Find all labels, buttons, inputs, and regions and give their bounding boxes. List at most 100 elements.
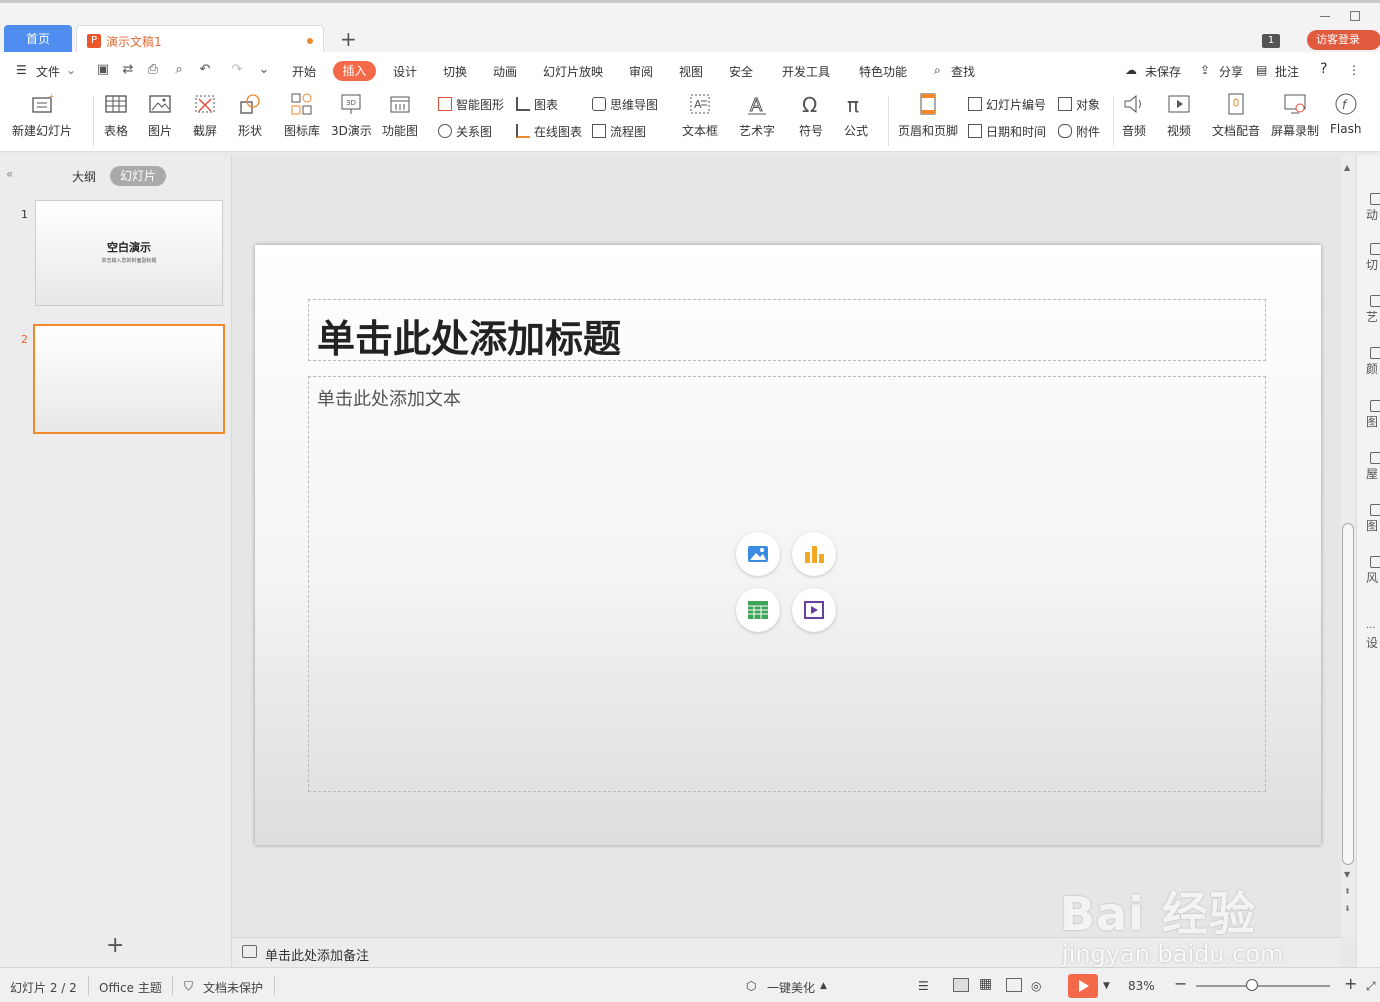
shape-button[interactable]: 形状 bbox=[238, 92, 262, 139]
previous-slide-icon[interactable]: ⇞ bbox=[1344, 887, 1351, 896]
menu-animation[interactable]: 动画 bbox=[493, 63, 517, 80]
title-placeholder[interactable]: 单击此处添加标题 bbox=[308, 299, 1266, 361]
next-slide-icon[interactable]: ⇟ bbox=[1344, 904, 1351, 913]
text-box-button[interactable]: A 文本框 bbox=[682, 92, 718, 139]
presenter-view-icon[interactable]: ◎ bbox=[1031, 979, 1041, 993]
insert-picture-button[interactable] bbox=[736, 532, 780, 576]
file-menu-icon[interactable]: ☰ bbox=[16, 63, 27, 77]
chart-button[interactable]: 图表 bbox=[516, 96, 558, 113]
picture-pane-button[interactable]: 图 bbox=[1366, 504, 1380, 533]
word-art-pane-button[interactable]: 艺 bbox=[1366, 295, 1380, 324]
tab-slides[interactable]: 幻灯片 bbox=[110, 166, 166, 186]
picture-button[interactable]: 图片 bbox=[148, 92, 172, 139]
tab-outline[interactable]: 大纲 bbox=[72, 168, 96, 185]
slide-number-button[interactable]: 幻灯片编号 bbox=[968, 96, 1046, 113]
mind-map-button[interactable]: 思维导图 bbox=[592, 96, 658, 113]
style-pane-button[interactable]: 风 bbox=[1366, 556, 1380, 585]
scroll-up-icon[interactable]: ▲ bbox=[1344, 163, 1350, 172]
attachment-button[interactable]: 附件 bbox=[1058, 123, 1100, 140]
relation-chart-button[interactable]: 关系图 bbox=[438, 123, 492, 140]
screen-record-button[interactable]: 屏幕录制 bbox=[1271, 92, 1319, 139]
collapse-panel-icon[interactable]: « bbox=[6, 167, 13, 181]
scroll-down-icon[interactable]: ▼ bbox=[1344, 870, 1350, 879]
settings-pane-button[interactable]: ··· 设 bbox=[1366, 622, 1378, 650]
maximize-icon[interactable] bbox=[1350, 11, 1360, 21]
play-slideshow-button[interactable] bbox=[1068, 974, 1098, 998]
save-icon[interactable]: ▣ bbox=[96, 63, 110, 77]
audio-button[interactable]: 音频 bbox=[1122, 92, 1146, 139]
insert-video-button[interactable] bbox=[792, 588, 836, 632]
header-footer-button[interactable]: 页眉和页脚 bbox=[898, 92, 958, 139]
reading-view-icon[interactable] bbox=[1006, 978, 1022, 992]
smart-art-button[interactable]: 智能图形 bbox=[438, 96, 504, 113]
undo-icon[interactable]: ↶ bbox=[198, 63, 212, 77]
chevron-up-icon[interactable]: ▲ bbox=[820, 981, 827, 991]
more-options-icon[interactable]: ⋮ bbox=[1348, 63, 1360, 77]
theme-name[interactable]: Office 主题 bbox=[99, 979, 162, 996]
date-time-button[interactable]: 日期和时间 bbox=[968, 123, 1046, 140]
object-button[interactable]: 对象 bbox=[1058, 96, 1100, 113]
slide-sorter-icon[interactable]: ▦ bbox=[979, 976, 992, 992]
menu-review[interactable]: 审阅 bbox=[629, 63, 653, 80]
notes-toggle-icon[interactable]: ☰ bbox=[918, 979, 929, 993]
search-icon[interactable]: ⌕ bbox=[934, 63, 941, 78]
body-placeholder[interactable]: 单击此处添加文本 bbox=[308, 376, 1266, 792]
doc-voice-button[interactable]: 文档配音 bbox=[1212, 92, 1260, 139]
insert-table-button[interactable] bbox=[736, 588, 780, 632]
menu-slideshow[interactable]: 幻灯片放映 bbox=[543, 63, 603, 80]
video-button[interactable]: 视频 bbox=[1167, 92, 1191, 139]
menu-security[interactable]: 安全 bbox=[729, 63, 753, 80]
slide-canvas[interactable]: 单击此处添加标题 单击此处添加文本 bbox=[255, 245, 1321, 845]
new-slide-button[interactable]: + 新建幻灯片 bbox=[12, 92, 72, 139]
tab-document[interactable]: P 演示文稿1 bbox=[76, 25, 324, 55]
one-click-beautify-button[interactable]: 一键美化 bbox=[767, 979, 815, 996]
unsaved-status[interactable]: 未保存 bbox=[1145, 63, 1181, 80]
screenshot-button[interactable]: 截屏 bbox=[193, 92, 217, 139]
comment-button[interactable]: 批注 bbox=[1275, 63, 1299, 80]
menu-design[interactable]: 设计 bbox=[393, 63, 417, 80]
chevron-down-icon[interactable]: ▼ bbox=[1103, 981, 1110, 991]
animation-pane-button[interactable]: 动 bbox=[1366, 193, 1380, 222]
zoom-slider-handle[interactable] bbox=[1246, 979, 1258, 991]
function-chart-button[interactable]: 功能图 bbox=[382, 92, 418, 139]
zoom-in-icon[interactable]: + bbox=[1344, 974, 1357, 993]
tab-home[interactable]: 首页 bbox=[4, 25, 72, 53]
slide-thumbnail-1[interactable]: 空白演示 单击输入您的封面副标题 bbox=[35, 200, 223, 306]
demo-3d-button[interactable]: 3D 3D演示 bbox=[331, 92, 372, 139]
chevron-down-icon[interactable]: ⌄ bbox=[66, 63, 76, 77]
icon-library-button[interactable]: 图标库 bbox=[284, 92, 320, 139]
chart-pane-button[interactable]: 图 bbox=[1366, 400, 1380, 429]
export-icon[interactable]: ⇄ bbox=[121, 63, 135, 77]
customize-quick-access-icon[interactable]: ⌄ bbox=[257, 63, 271, 77]
search-button[interactable]: 查找 bbox=[951, 63, 975, 80]
menu-transition[interactable]: 切换 bbox=[443, 63, 467, 80]
slide-thumbnail-2[interactable] bbox=[33, 324, 225, 434]
add-slide-button[interactable]: + bbox=[106, 935, 124, 957]
word-art-button[interactable]: A 艺术字 bbox=[739, 92, 775, 139]
flow-chart-button[interactable]: 流程图 bbox=[592, 123, 646, 140]
slide-counter[interactable]: 幻灯片 2 / 2 bbox=[10, 979, 77, 996]
guest-login-button[interactable]: 访客登录 bbox=[1307, 30, 1380, 50]
print-preview-icon[interactable]: ⌕ bbox=[172, 63, 186, 77]
redo-icon[interactable]: ↷ bbox=[230, 63, 244, 77]
zoom-out-icon[interactable]: − bbox=[1174, 974, 1187, 993]
print-icon[interactable]: ⎙ bbox=[146, 63, 160, 77]
normal-view-icon[interactable] bbox=[953, 978, 969, 992]
window-count-badge[interactable]: 1 bbox=[1262, 34, 1280, 48]
table-button[interactable]: 表格 bbox=[104, 92, 128, 139]
menu-special[interactable]: 特色功能 bbox=[859, 63, 907, 80]
file-menu[interactable]: 文件 bbox=[36, 63, 60, 80]
zoom-slider-track[interactable] bbox=[1196, 985, 1330, 987]
transition-pane-button[interactable]: 切 bbox=[1366, 243, 1380, 272]
menu-view[interactable]: 视图 bbox=[679, 63, 703, 80]
document-protection[interactable]: 文档未保护 bbox=[203, 979, 263, 996]
zoom-level[interactable]: 83% bbox=[1128, 979, 1155, 993]
formula-button[interactable]: π 公式 bbox=[844, 92, 868, 139]
flash-button[interactable]: f Flash bbox=[1330, 92, 1361, 136]
menu-developer[interactable]: 开发工具 bbox=[782, 63, 830, 80]
share-button[interactable]: 分享 bbox=[1219, 63, 1243, 80]
color-pane-button[interactable]: 颜 bbox=[1366, 347, 1380, 376]
property-pane-button[interactable]: 屋 bbox=[1366, 452, 1380, 481]
online-chart-button[interactable]: 在线图表 bbox=[516, 123, 582, 140]
scrollbar-thumb[interactable] bbox=[1342, 523, 1354, 865]
